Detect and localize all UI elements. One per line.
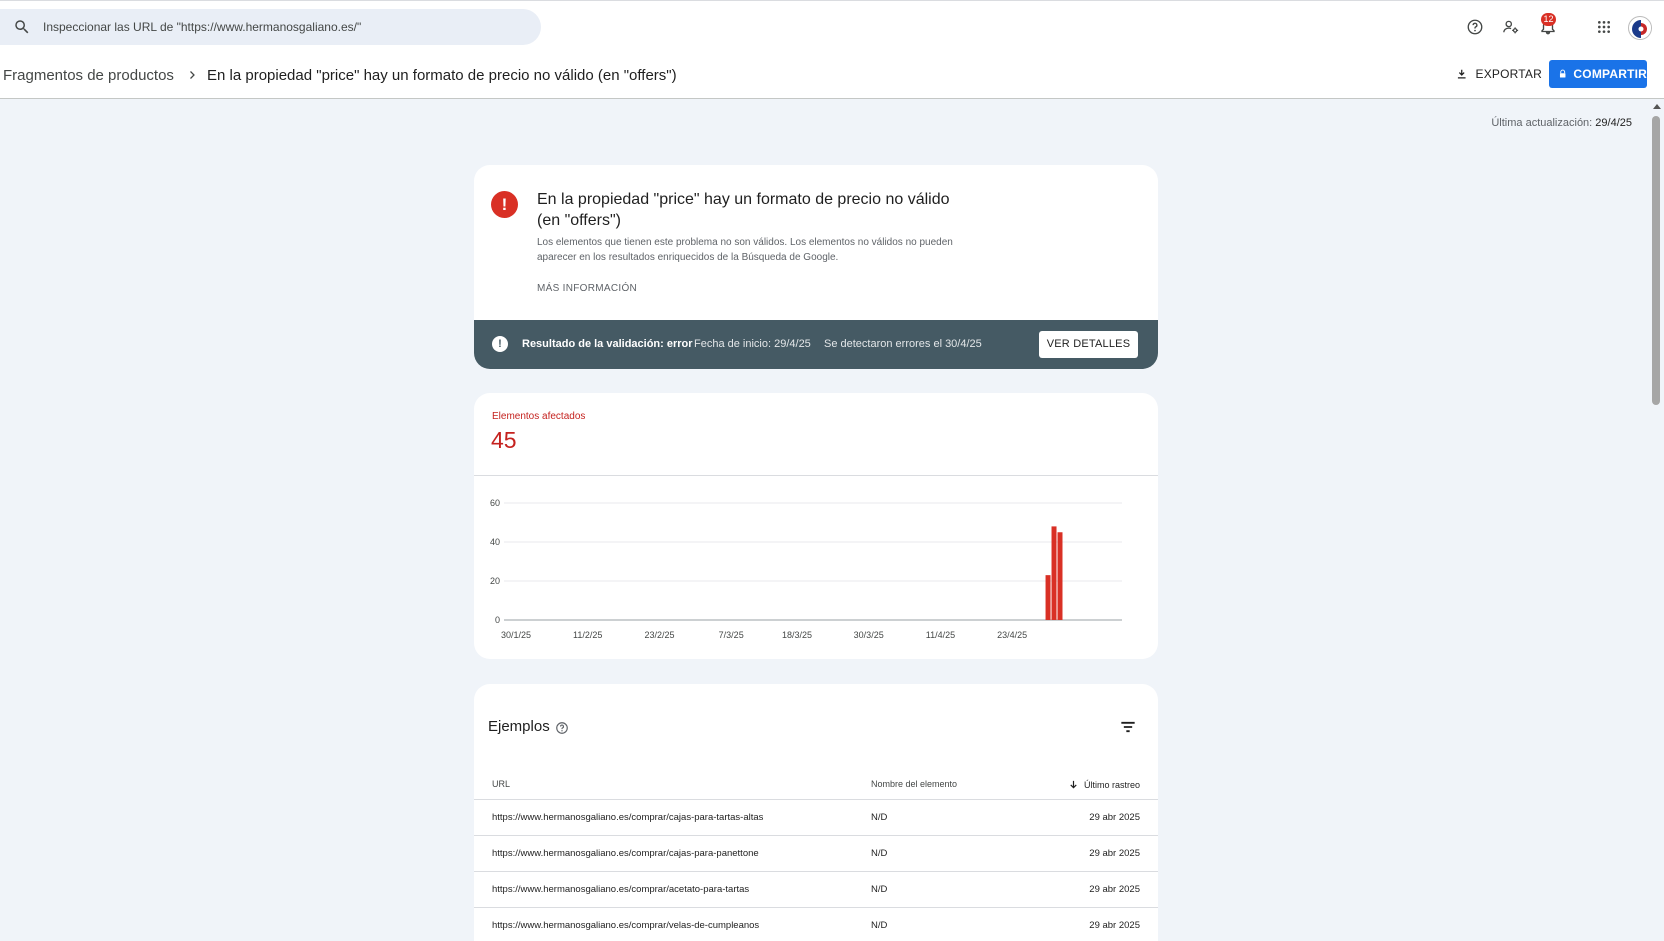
row-item-name: N/D	[871, 884, 888, 895]
account-avatar[interactable]	[1628, 16, 1652, 40]
notifications-badge: 12	[1541, 13, 1556, 26]
scroll-up-arrow-icon[interactable]	[1653, 104, 1661, 109]
arrow-down-icon	[1070, 780, 1077, 789]
affected-label: Elementos afectados	[492, 411, 586, 422]
row-date: 29 abr 2025	[1089, 812, 1140, 823]
url-inspection-search[interactable]	[0, 9, 541, 45]
export-label: EXPORTAR	[1475, 67, 1542, 81]
share-button[interactable]: COMPARTIR	[1549, 60, 1647, 88]
y-tick-label: 20	[490, 576, 500, 586]
last-updated-date: 29/4/25	[1595, 117, 1632, 129]
help-circle-icon[interactable]	[555, 721, 569, 735]
chevron-right-icon	[190, 71, 195, 79]
column-header-last-crawl[interactable]: Último rastreo	[1068, 779, 1140, 790]
y-tick-label: 40	[490, 537, 500, 547]
row-url: https://www.hermanosgaliano.es/comprar/c…	[492, 848, 759, 859]
row-url: https://www.hermanosgaliano.es/comprar/a…	[492, 884, 750, 895]
manage-users-icon[interactable]	[1499, 15, 1523, 39]
affected-items-chart: 0 20 40 60 30/1/25 11/2/25 23/2/25 7/3/25 18/3/2…	[490, 498, 1122, 640]
last-updated: Última actualización: 29/4/25	[1491, 117, 1632, 129]
download-icon	[1457, 69, 1466, 79]
table-row[interactable]: https://www.hermanosgaliano.es/comprar/c…	[474, 835, 1158, 871]
y-tick-label: 0	[495, 615, 500, 625]
search-input[interactable]	[43, 9, 523, 45]
x-tick-label: 7/3/25	[719, 630, 744, 640]
scroll-thumb[interactable]	[1652, 116, 1660, 405]
page-title: En la propiedad "price" hay un formato d…	[207, 67, 677, 84]
chart-bar	[1051, 526, 1057, 620]
row-item-name: N/D	[871, 848, 888, 859]
x-tick-label: 18/3/25	[782, 630, 812, 640]
row-url: https://www.hermanosgaliano.es/comprar/c…	[492, 812, 764, 823]
validation-errors-detected: Se detectaron errores el 30/4/25	[824, 338, 982, 350]
share-label: COMPARTIR	[1573, 67, 1647, 81]
page-scrollbar[interactable]	[1649, 100, 1664, 941]
row-item-name: N/D	[871, 812, 888, 823]
top-bar: 12	[0, 0, 1664, 51]
x-tick-label: 23/2/25	[644, 630, 674, 640]
row-url: https://www.hermanosgaliano.es/comprar/v…	[492, 920, 760, 931]
issue-description: Los elementos que tienen este problema n…	[537, 237, 953, 263]
table-row[interactable]: https://www.hermanosgaliano.es/comprar/c…	[474, 799, 1158, 835]
validation-result: Resultado de la validación: error	[522, 338, 693, 350]
column-header-url[interactable]: URL	[492, 779, 510, 789]
row-date: 29 abr 2025	[1089, 920, 1140, 931]
issue-card: ! En la propiedad "price" hay un formato…	[474, 165, 1158, 369]
affected-count: 45	[491, 427, 517, 453]
last-crawl-label: Último rastreo	[1083, 779, 1140, 790]
row-item-name: N/D	[871, 920, 888, 931]
examples-title: Ejemplos	[488, 718, 550, 735]
export-button[interactable]: EXPORTAR	[1456, 60, 1542, 88]
x-tick-label: 11/2/25	[573, 630, 602, 640]
lock-icon	[1559, 69, 1566, 78]
filter-icon[interactable]	[1118, 717, 1138, 737]
x-tick-label: 23/4/25	[997, 630, 1027, 640]
table-row[interactable]: https://www.hermanosgaliano.es/comprar/a…	[474, 871, 1158, 907]
row-date: 29 abr 2025	[1089, 848, 1140, 859]
x-tick-label: 11/4/25	[926, 630, 955, 640]
affected-items-card: Elementos afectados 45 0 20 40 60 30/1/25 11/…	[474, 393, 1158, 659]
examples-card: Ejemplos URL Nombre del elemento Último …	[474, 684, 1158, 941]
last-updated-label: Última actualización:	[1491, 117, 1593, 129]
search-icon	[15, 20, 29, 34]
chart-bar	[1045, 575, 1051, 620]
issue-title: En la propiedad "price" hay un formato d…	[537, 191, 950, 229]
y-tick-label: 60	[490, 498, 500, 508]
chart-bar	[1057, 532, 1063, 620]
help-icon[interactable]	[1463, 15, 1487, 39]
warning-icon: !	[492, 336, 508, 352]
page-header: Fragmentos de productos En la propiedad …	[0, 51, 1664, 99]
view-details-button[interactable]: VER DETALLES	[1039, 331, 1138, 358]
x-tick-label: 30/3/25	[854, 630, 884, 640]
column-header-item-name[interactable]: Nombre del elemento	[871, 779, 957, 789]
table-row[interactable]: https://www.hermanosgaliano.es/comprar/v…	[474, 907, 1158, 941]
row-date: 29 abr 2025	[1089, 884, 1140, 895]
validation-bar: ! Resultado de la validación: error Fech…	[474, 320, 1158, 369]
x-tick-label: 30/1/25	[501, 630, 531, 640]
more-info-link[interactable]: MÁS INFORMACIÓN	[537, 283, 637, 294]
apps-icon[interactable]	[1592, 15, 1616, 39]
validation-start-date: Fecha de inicio: 29/4/25	[694, 338, 811, 350]
error-icon: !	[491, 191, 518, 218]
breadcrumb-products[interactable]: Fragmentos de productos	[3, 67, 174, 84]
